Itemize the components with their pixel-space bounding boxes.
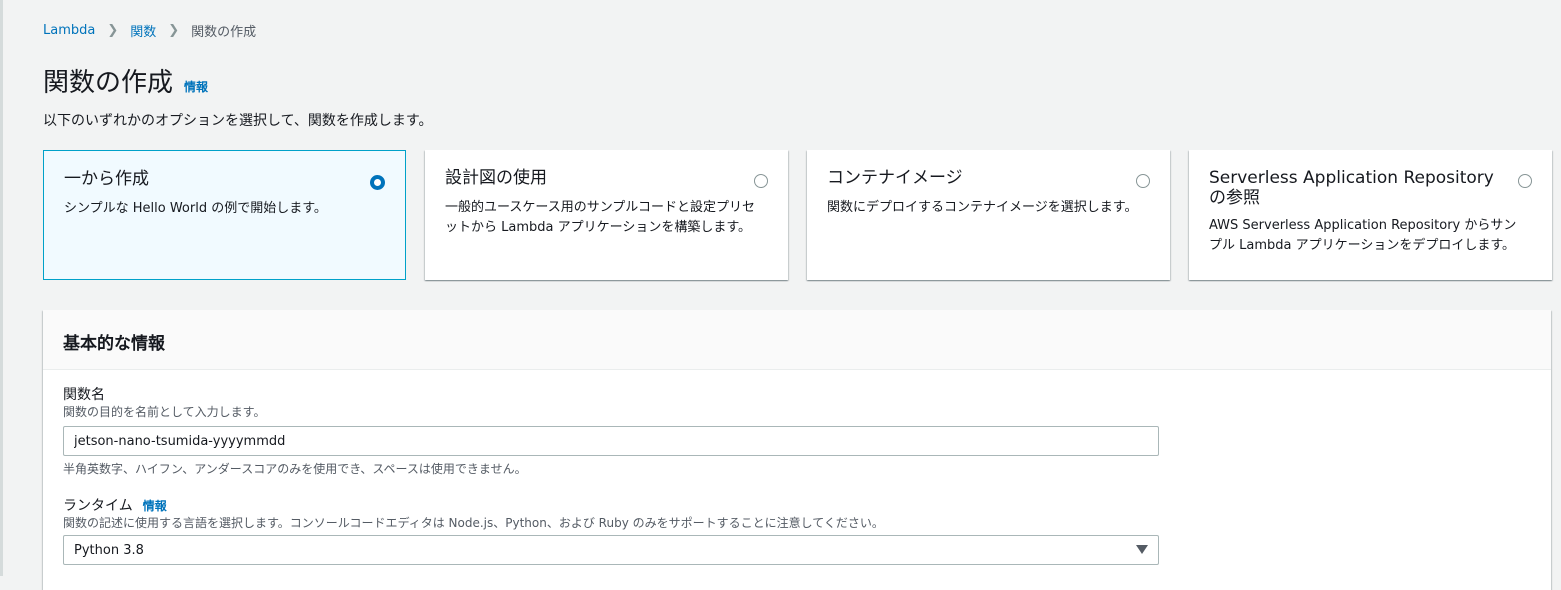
creation-options: 一から作成 シンプルな Hello World の例で開始します。 設計図の使用… — [43, 150, 1552, 280]
title-row: 関数の作成 情報 — [43, 62, 208, 99]
chevron-right-icon: ❯ — [107, 23, 119, 38]
runtime-info-link[interactable]: 情報 — [143, 497, 167, 515]
runtime-label: ランタイム — [63, 498, 133, 514]
option-use-blueprint[interactable]: 設計図の使用 一般的ユースケース用のサンプルコードと設定プリセットから Lamb… — [425, 150, 788, 280]
breadcrumb-lambda[interactable]: Lambda — [43, 23, 95, 38]
breadcrumb-functions[interactable]: 関数 — [130, 21, 156, 40]
option-title: コンテナイメージ — [827, 168, 963, 188]
option-author-from-scratch[interactable]: 一から作成 シンプルな Hello World の例で開始します。 — [43, 150, 406, 280]
option-title: 一から作成 — [64, 169, 149, 189]
function-name-input[interactable] — [63, 426, 1159, 456]
option-description: シンプルな Hello World の例で開始します。 — [64, 201, 327, 216]
runtime-label-row: ランタイム 情報 — [63, 497, 1159, 515]
option-serverless-app-repo[interactable]: Serverless Application Repository の参照 AW… — [1189, 150, 1552, 280]
page-info-link[interactable]: 情報 — [184, 78, 208, 95]
option-title: Serverless Application Repository の参照 — [1209, 168, 1494, 208]
caret-down-icon — [1136, 545, 1148, 554]
left-divider — [0, 0, 3, 576]
page-subtitle: 以下のいずれかのオプションを選択して、関数を作成します。 — [43, 113, 433, 129]
radio-button[interactable] — [1518, 174, 1532, 188]
function-name-hint: 半角英数字、ハイフン、アンダースコアのみを使用でき、スペースは使用できません。 — [63, 462, 527, 476]
page-title: 関数の作成 — [43, 68, 174, 98]
runtime-selected-value: Python 3.8 — [74, 542, 144, 558]
option-description: AWS Serverless Application Repository から… — [1209, 218, 1517, 253]
runtime-field: ランタイム 情報 関数の記述に使用する言語を選択します。コンソールコードエディタ… — [63, 497, 1159, 565]
radio-button-selected[interactable] — [370, 175, 385, 190]
function-name-label: 関数名 — [63, 387, 105, 403]
option-title: 設計図の使用 — [445, 168, 547, 188]
option-container-image[interactable]: コンテナイメージ 関数にデプロイするコンテナイメージを選択します。 — [807, 150, 1170, 280]
breadcrumb: Lambda ❯ 関数 ❯ 関数の作成 — [43, 21, 256, 40]
runtime-select[interactable]: Python 3.8 — [63, 535, 1159, 565]
option-description: 一般的ユースケース用のサンプルコードと設定プリセットから Lambda アプリケ… — [445, 200, 756, 235]
panel-header: 基本的な情報 — [43, 310, 1551, 370]
chevron-right-icon: ❯ — [168, 23, 180, 38]
basic-info-panel: 基本的な情報 関数名 関数の目的を名前として入力します。 半角英数字、ハイフン、… — [43, 310, 1551, 590]
function-name-field: 関数名 関数の目的を名前として入力します。 半角英数字、ハイフン、アンダースコア… — [63, 386, 1159, 477]
radio-button[interactable] — [754, 174, 768, 188]
breadcrumb-current: 関数の作成 — [191, 25, 257, 40]
function-name-description: 関数の目的を名前として入力します。 — [63, 405, 266, 419]
radio-button[interactable] — [1136, 174, 1150, 188]
panel-title: 基本的な情報 — [63, 334, 165, 354]
option-description: 関数にデプロイするコンテナイメージを選択します。 — [827, 200, 1138, 215]
runtime-description: 関数の記述に使用する言語を選択します。コンソールコードエディタは Node.js… — [63, 516, 884, 530]
